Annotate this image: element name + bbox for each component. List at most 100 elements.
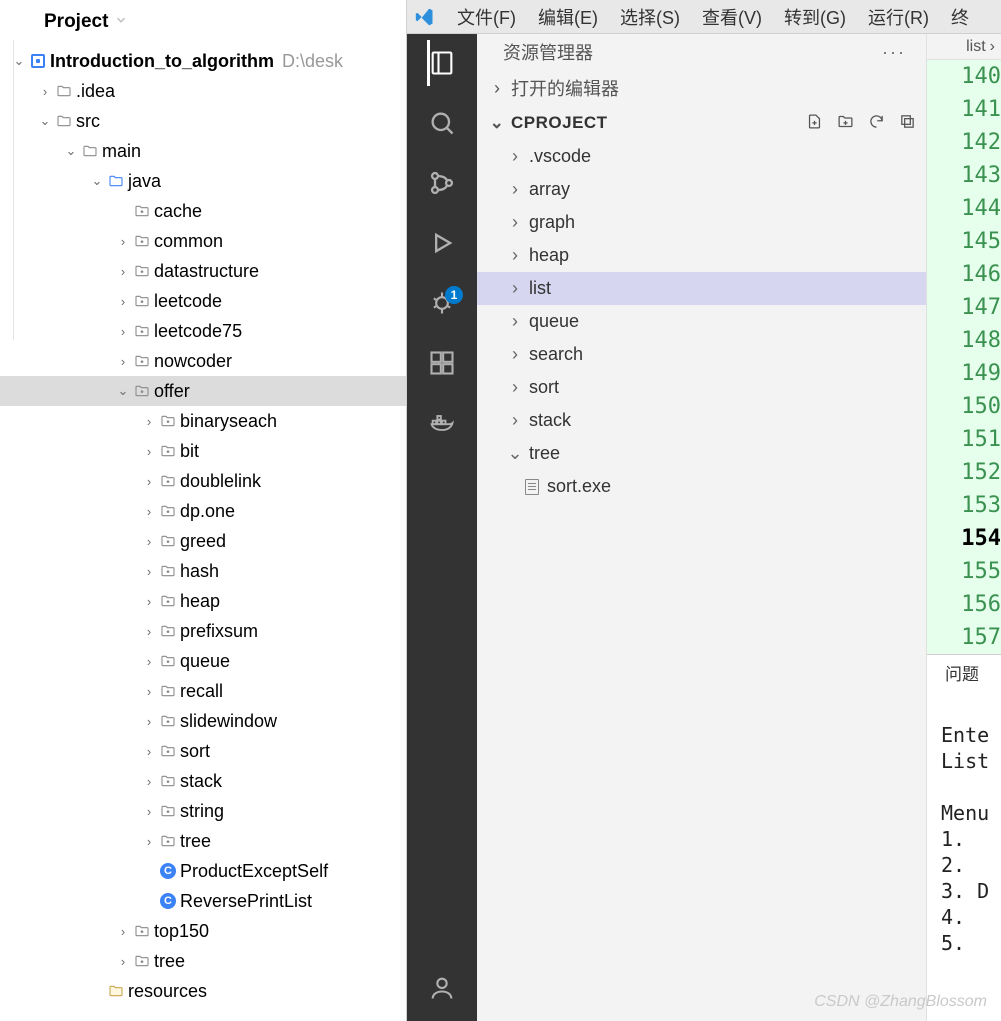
chevron-right-icon[interactable]: › [140, 684, 158, 699]
tree-item-stack[interactable]: ›stack [0, 766, 406, 796]
tree-item-nowcoder[interactable]: ›nowcoder [0, 346, 406, 376]
explorer-project-row[interactable]: ⌄ CPROJECT [477, 106, 926, 140]
tree-item-ProductExceptSelf[interactable]: CProductExceptSelf [0, 856, 406, 886]
chevron-down-icon[interactable]: ⌄ [88, 173, 106, 189]
chevron-right-icon[interactable]: › [507, 179, 523, 200]
tree-item-offer[interactable]: ⌄offer [0, 376, 406, 406]
tree-item-ReversePrintList[interactable]: CReversePrintList [0, 886, 406, 916]
tree-item-prefixsum[interactable]: ›prefixsum [0, 616, 406, 646]
menu-view[interactable]: 查看(V) [702, 4, 762, 30]
search-icon[interactable] [427, 108, 457, 138]
explorer-item-sort.exe[interactable]: sort.exe [477, 470, 926, 503]
explorer-item-.vscode[interactable]: ›.vscode [477, 140, 926, 173]
tree-item-slidewindow[interactable]: ›slidewindow [0, 706, 406, 736]
new-file-icon[interactable] [806, 113, 823, 133]
tree-item-string[interactable]: ›string [0, 796, 406, 826]
explorer-item-stack[interactable]: ›stack [477, 404, 926, 437]
tree-item-src[interactable]: ⌄src [0, 106, 406, 136]
explorer-icon[interactable] [427, 48, 457, 78]
tree-item-tree[interactable]: ›tree [0, 826, 406, 856]
chevron-right-icon[interactable]: › [507, 311, 523, 332]
explorer-item-sort[interactable]: ›sort [477, 371, 926, 404]
chevron-right-icon[interactable]: › [114, 264, 132, 279]
chevron-right-icon[interactable]: › [507, 245, 523, 266]
tree-item-sort[interactable]: ›sort [0, 736, 406, 766]
chevron-right-icon[interactable]: › [140, 414, 158, 429]
tree-item-resources[interactable]: resources [0, 976, 406, 1006]
tree-item-queue[interactable]: ›queue [0, 646, 406, 676]
tree-item-java[interactable]: ⌄java [0, 166, 406, 196]
chevron-right-icon[interactable]: › [114, 294, 132, 309]
open-editors-section[interactable]: › 打开的编辑器 [477, 70, 926, 106]
menu-file[interactable]: 文件(F) [457, 4, 516, 30]
chevron-right-icon[interactable]: › [114, 924, 132, 939]
refresh-icon[interactable] [868, 113, 885, 133]
chevron-right-icon[interactable]: › [140, 474, 158, 489]
chevron-right-icon[interactable]: › [507, 146, 523, 167]
chevron-right-icon[interactable]: › [140, 744, 158, 759]
chevron-down-icon[interactable]: ⌄ [36, 113, 54, 129]
explorer-item-graph[interactable]: ›graph [477, 206, 926, 239]
new-folder-icon[interactable] [837, 113, 854, 133]
problems-tab[interactable]: 问题 [945, 660, 979, 685]
source-control-icon[interactable] [427, 168, 457, 198]
explorer-item-queue[interactable]: ›queue [477, 305, 926, 338]
tree-item-Introduction_to_algorithm[interactable]: ⌄Introduction_to_algorithmD:\desk [0, 46, 406, 76]
tree-item-cache[interactable]: cache [0, 196, 406, 226]
extensions-icon[interactable] [427, 348, 457, 378]
tree-item-heap[interactable]: ›heap [0, 586, 406, 616]
chevron-right-icon[interactable]: › [140, 624, 158, 639]
chevron-right-icon[interactable]: › [507, 377, 523, 398]
chevron-down-icon[interactable]: ⌄ [507, 443, 523, 464]
chevron-right-icon[interactable]: › [114, 324, 132, 339]
menu-terminal[interactable]: 终 [951, 4, 969, 30]
chevron-right-icon[interactable]: › [140, 774, 158, 789]
tree-item-tree[interactable]: ›tree [0, 946, 406, 976]
tree-item-main[interactable]: ⌄main [0, 136, 406, 166]
chevron-right-icon[interactable]: › [114, 954, 132, 969]
chevron-right-icon[interactable]: › [140, 564, 158, 579]
menu-goto[interactable]: 转到(G) [784, 4, 846, 30]
explorer-item-heap[interactable]: ›heap [477, 239, 926, 272]
tree-item-bit[interactable]: ›bit [0, 436, 406, 466]
tree-item-.idea[interactable]: ›.idea [0, 76, 406, 106]
chevron-right-icon[interactable]: › [140, 654, 158, 669]
tree-item-common[interactable]: ›common [0, 226, 406, 256]
chevron-down-icon[interactable]: ⌄ [62, 143, 80, 159]
chevron-right-icon[interactable]: › [36, 84, 54, 99]
chevron-right-icon[interactable]: › [140, 444, 158, 459]
tree-item-dp.one[interactable]: ›dp.one [0, 496, 406, 526]
tree-item-doublelink[interactable]: ›doublelink [0, 466, 406, 496]
chevron-right-icon[interactable]: › [507, 410, 523, 431]
chevron-down-icon[interactable]: ⌄ [114, 383, 132, 399]
explorer-item-list[interactable]: ›list [477, 272, 926, 305]
chevron-right-icon[interactable]: › [140, 534, 158, 549]
chevron-right-icon[interactable]: › [140, 504, 158, 519]
explorer-item-array[interactable]: ›array [477, 173, 926, 206]
chevron-right-icon[interactable]: › [114, 354, 132, 369]
collapse-all-icon[interactable] [899, 113, 916, 133]
more-icon[interactable]: ··· [882, 42, 906, 63]
chevron-right-icon[interactable]: › [507, 278, 523, 299]
terminal-tabs[interactable]: 问题 [927, 655, 1001, 689]
chevron-right-icon[interactable]: › [140, 804, 158, 819]
menu-edit[interactable]: 编辑(E) [538, 4, 598, 30]
breadcrumb[interactable]: list › [927, 34, 1001, 60]
tree-item-leetcode[interactable]: ›leetcode [0, 286, 406, 316]
tree-item-binaryseach[interactable]: ›binaryseach [0, 406, 406, 436]
chevron-right-icon[interactable]: › [140, 594, 158, 609]
tree-item-recall[interactable]: ›recall [0, 676, 406, 706]
tree-item-datastructure[interactable]: ›datastructure [0, 256, 406, 286]
docker-icon[interactable] [427, 408, 457, 438]
tree-item-hash[interactable]: ›hash [0, 556, 406, 586]
account-icon[interactable] [427, 973, 457, 1003]
chevron-right-icon[interactable]: › [140, 714, 158, 729]
chevron-right-icon[interactable]: › [140, 834, 158, 849]
explorer-item-search[interactable]: ›search [477, 338, 926, 371]
chevron-right-icon[interactable]: › [507, 344, 523, 365]
run-debug-icon[interactable] [427, 228, 457, 258]
chevron-right-icon[interactable]: › [507, 212, 523, 233]
menu-run[interactable]: 运行(R) [868, 4, 929, 30]
tree-item-top150[interactable]: ›top150 [0, 916, 406, 946]
tree-item-greed[interactable]: ›greed [0, 526, 406, 556]
